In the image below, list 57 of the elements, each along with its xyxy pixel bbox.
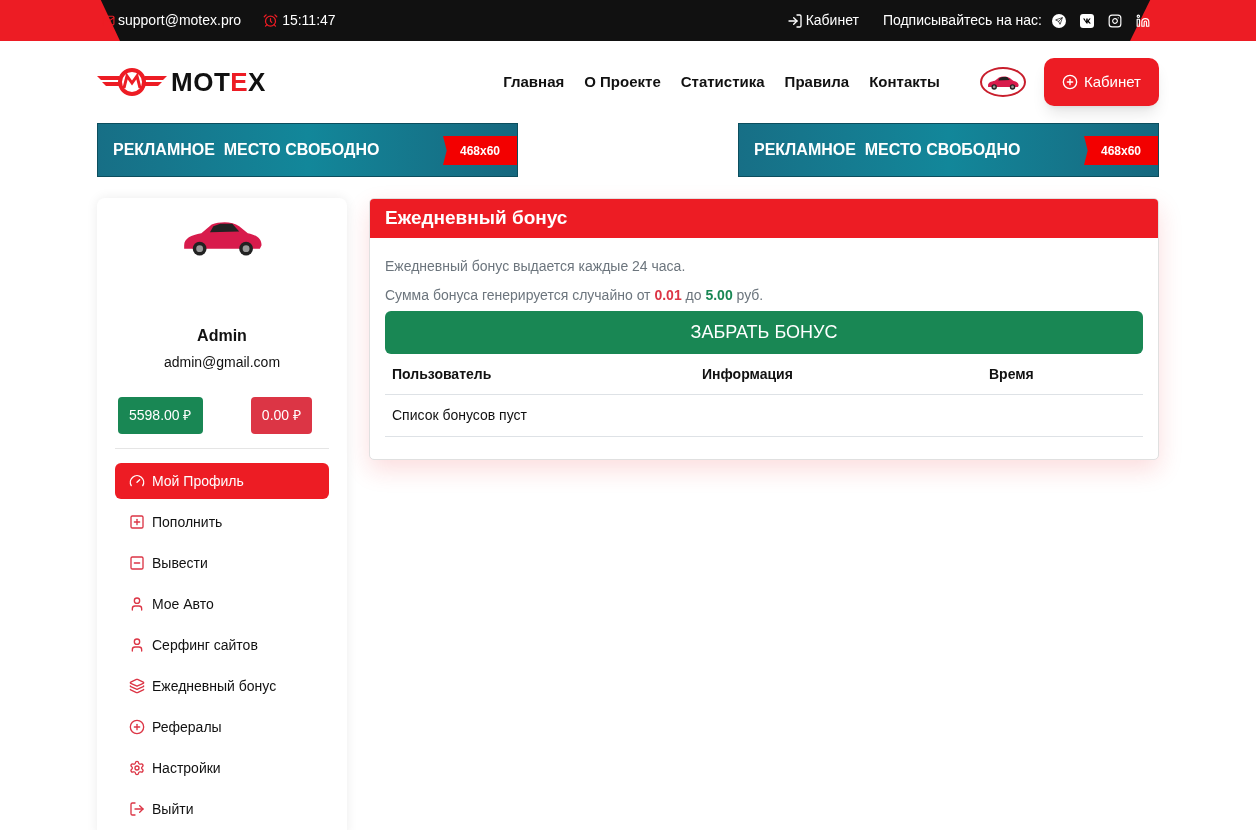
column-header: Пользователь bbox=[392, 364, 493, 384]
plus-square-icon bbox=[129, 514, 145, 530]
cabinet-button[interactable]: Кабинет bbox=[1043, 58, 1159, 106]
sidebar-menu-item[interactable]: Серфинг сайтов bbox=[115, 627, 329, 663]
ad-size-label: 468x60 bbox=[443, 136, 517, 165]
ad-banner[interactable]: РЕКЛАМНОЕ МЕСТО СВОБОДНО 468x60 bbox=[97, 123, 518, 177]
telegram-icon[interactable] bbox=[1052, 13, 1066, 28]
empty-table-message: Список бонусов пуст bbox=[392, 406, 527, 425]
sidebar-menu-item[interactable]: Вывести bbox=[115, 545, 329, 581]
logout-icon bbox=[129, 801, 145, 817]
ad-banner-text: РЕКЛАМНОЕ МЕСТО СВОБОДНО bbox=[113, 140, 380, 160]
subscribe-label: Подписывайтесь на нас: bbox=[882, 11, 1042, 30]
instagram-icon[interactable] bbox=[1108, 13, 1122, 28]
column-header: Информация bbox=[702, 364, 794, 384]
vk-icon[interactable] bbox=[1080, 13, 1094, 28]
plus-circle-icon bbox=[129, 719, 145, 735]
nav-link[interactable]: О Проекте bbox=[584, 70, 661, 94]
column-header: Время bbox=[989, 364, 1035, 384]
bonus-range-text: Сумма бонуса генерируется случайно от 0.01 до 5.00 руб. bbox=[385, 286, 765, 305]
bonus-info-text: Ежедневный бонус выдается каждые 24 часа. bbox=[385, 257, 687, 276]
clock-time: 15:11:47 bbox=[282, 11, 336, 30]
linkedin-icon[interactable] bbox=[1136, 13, 1150, 28]
ad-size-label: 468x60 bbox=[1084, 136, 1158, 165]
ad-banner[interactable]: РЕКЛАМНОЕ МЕСТО СВОБОДНО 468x60 bbox=[738, 123, 1159, 177]
login-icon bbox=[786, 12, 803, 29]
plus-circle-icon bbox=[1061, 74, 1078, 90]
avatar[interactable] bbox=[979, 67, 1026, 97]
gauge-icon bbox=[129, 473, 145, 489]
claim-bonus-button[interactable]: ЗАБРАТЬ БОНУС bbox=[385, 311, 1143, 354]
support-email: support@motex.pro bbox=[118, 11, 242, 30]
car-icon bbox=[985, 73, 1020, 91]
user-icon bbox=[129, 596, 145, 612]
layers-icon bbox=[129, 678, 145, 694]
alarm-clock-icon bbox=[263, 13, 279, 28]
ad-banner-text: РЕКЛАМНОЕ МЕСТО СВОБОДНО bbox=[754, 140, 1021, 160]
logo-wings-icon bbox=[97, 67, 167, 97]
sidebar-menu-item[interactable]: Выйти bbox=[115, 791, 329, 827]
sidebar-menu-item[interactable]: Пополнить bbox=[115, 504, 329, 540]
user-icon bbox=[129, 637, 145, 653]
withdraw-balance-badge: 0.00 ₽ bbox=[250, 397, 312, 434]
user-name: Admin bbox=[197, 326, 247, 346]
balance-badge: 5598.00 ₽ bbox=[118, 397, 203, 434]
sidebar-menu-item[interactable]: Рефералы bbox=[115, 709, 329, 745]
cabinet-link[interactable]: Кабинет bbox=[786, 10, 859, 31]
sidebar-menu-item[interactable]: Ежедневный бонус bbox=[115, 668, 329, 704]
sidebar-menu-item[interactable]: Мое Авто bbox=[115, 586, 329, 622]
card-title: Ежедневный бонус bbox=[385, 206, 568, 231]
nav-link[interactable]: Статистика bbox=[680, 70, 765, 94]
sidebar-menu-item[interactable]: Мой Профиль bbox=[115, 463, 329, 499]
user-email: admin@gmail.com bbox=[163, 353, 281, 372]
sidebar-menu-item[interactable]: Настройки bbox=[115, 750, 329, 786]
nav-link[interactable]: Главная bbox=[503, 70, 565, 94]
minus-square-icon bbox=[129, 555, 145, 571]
nav-link[interactable]: Контакты bbox=[869, 70, 940, 94]
settings-icon bbox=[129, 760, 145, 776]
nav-link[interactable]: Правила bbox=[784, 70, 850, 94]
logo[interactable]: MOTEX bbox=[97, 62, 266, 102]
